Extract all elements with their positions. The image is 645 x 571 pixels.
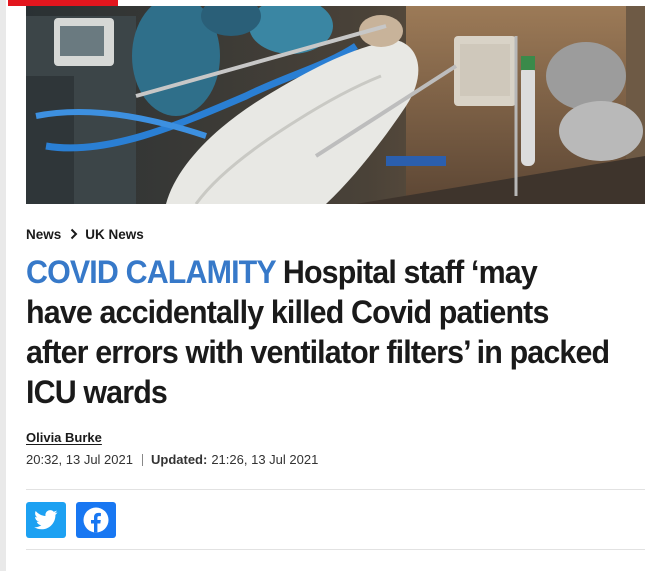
breadcrumb-uk-news-link[interactable]: UK News xyxy=(85,227,144,242)
share-twitter-button[interactable] xyxy=(26,502,66,538)
divider-top xyxy=(26,489,645,490)
article-dates: 20:32, 13 Jul 2021 Updated: 21:26, 13 Ju… xyxy=(26,452,318,467)
breadcrumb: News UK News xyxy=(26,226,144,242)
date-divider xyxy=(141,453,143,466)
twitter-icon xyxy=(34,510,58,530)
article-headline: COVID CALAMITY Hospital staff ‘may have … xyxy=(26,252,610,412)
author-link[interactable]: Olivia Burke xyxy=(26,430,102,445)
page-edge-rule xyxy=(0,0,6,571)
hero-image xyxy=(26,6,645,204)
updated-label: Updated: xyxy=(150,452,208,467)
published-time: 20:32, 13 Jul 2021 xyxy=(26,452,133,467)
chevron-right-icon xyxy=(70,228,78,240)
headline-kicker: COVID CALAMITY xyxy=(26,254,276,290)
divider-bottom xyxy=(26,549,645,550)
hero-photo xyxy=(26,6,645,204)
updated-time: 21:26, 13 Jul 2021 xyxy=(211,452,319,467)
facebook-icon xyxy=(83,507,109,533)
share-facebook-button[interactable] xyxy=(76,502,116,538)
breadcrumb-news-link[interactable]: News xyxy=(26,227,61,242)
